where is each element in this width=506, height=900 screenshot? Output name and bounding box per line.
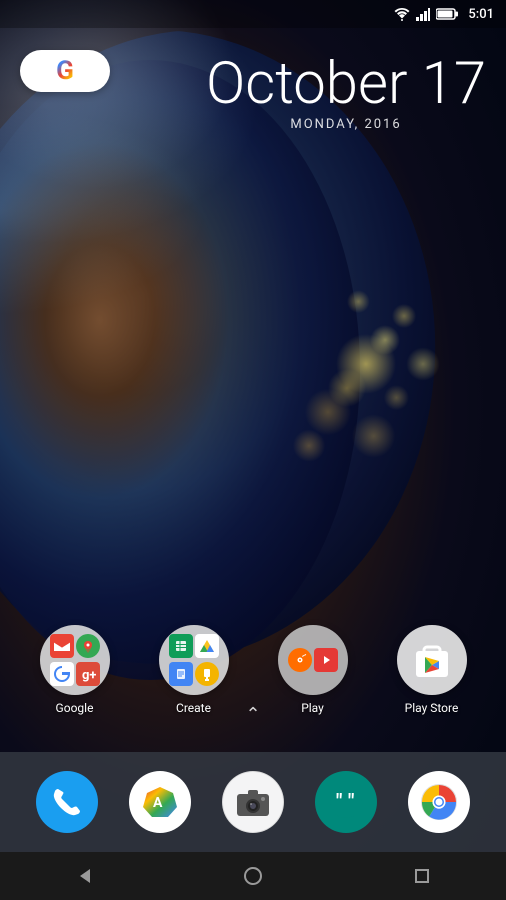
google-search-bar[interactable]: G xyxy=(20,50,110,92)
dock-duo[interactable]: " " xyxy=(315,771,377,833)
google-mini-icon xyxy=(50,662,74,686)
nav-bar xyxy=(0,852,506,900)
playstore-label: Play Store xyxy=(405,701,459,715)
google-pill[interactable]: G xyxy=(20,50,110,92)
date-display: October 17 MONDAY, 2016 xyxy=(206,55,486,132)
google-g-logo: G xyxy=(56,56,74,86)
recents-button[interactable] xyxy=(402,856,442,896)
gmail-mini-icon xyxy=(50,634,74,658)
svg-text:": " xyxy=(336,789,342,813)
dock-allo[interactable]: A xyxy=(129,771,191,833)
create-folder-label: Create xyxy=(176,701,211,715)
svg-text:": " xyxy=(348,789,354,813)
back-button[interactable] xyxy=(64,856,104,896)
allo-icon: A xyxy=(141,783,179,821)
camera-icon xyxy=(235,786,271,818)
phone-icon xyxy=(50,785,84,819)
maps-mini-icon xyxy=(76,634,100,658)
play-folder-icon[interactable] xyxy=(278,625,348,695)
dock-phone[interactable] xyxy=(36,771,98,833)
status-time: 5:01 xyxy=(468,7,494,22)
drive-mini-icon xyxy=(195,634,219,658)
wifi-icon xyxy=(394,8,410,21)
app-item-playstore[interactable]: Play Store xyxy=(397,625,467,715)
app-item-create[interactable]: Create xyxy=(159,625,229,715)
google-folder-icon[interactable]: g+ xyxy=(40,625,110,695)
dock: A " " xyxy=(0,752,506,852)
duo-icon: " " xyxy=(328,784,364,820)
playstore-icon[interactable] xyxy=(397,625,467,695)
playmusic-mini-icon xyxy=(288,648,312,672)
playstore-svg xyxy=(411,639,453,681)
play-folder-label: Play xyxy=(301,701,324,715)
svg-text:g+: g+ xyxy=(82,668,96,682)
status-icons: 5:01 xyxy=(394,7,494,22)
date-weekday: MONDAY, 2016 xyxy=(206,117,486,132)
app-row: g+ Google xyxy=(0,625,506,715)
create-folder-icon[interactable] xyxy=(159,625,229,695)
swipe-up-indicator[interactable]: ⌃ xyxy=(245,704,260,725)
google-folder-label: Google xyxy=(56,701,94,715)
home-button[interactable] xyxy=(233,856,273,896)
sheets-mini-icon xyxy=(169,634,193,658)
date-day: October 17 xyxy=(206,55,486,113)
gplus-mini-icon: g+ xyxy=(76,662,100,686)
battery-icon xyxy=(436,8,458,20)
signal-icon xyxy=(416,8,430,21)
app-item-play[interactable]: Play xyxy=(278,625,348,715)
dock-chrome[interactable] xyxy=(408,771,470,833)
svg-text:A: A xyxy=(153,795,163,811)
chrome-icon xyxy=(420,783,458,821)
keep-mini-icon xyxy=(195,662,219,686)
date-month: October xyxy=(206,50,408,118)
playmovies-mini-icon xyxy=(314,648,338,672)
app-item-google[interactable]: g+ Google xyxy=(40,625,110,715)
docs-mini-icon xyxy=(169,662,193,686)
date-number: 17 xyxy=(408,50,486,118)
dock-camera[interactable] xyxy=(222,771,284,833)
status-bar: 5:01 xyxy=(0,0,506,28)
